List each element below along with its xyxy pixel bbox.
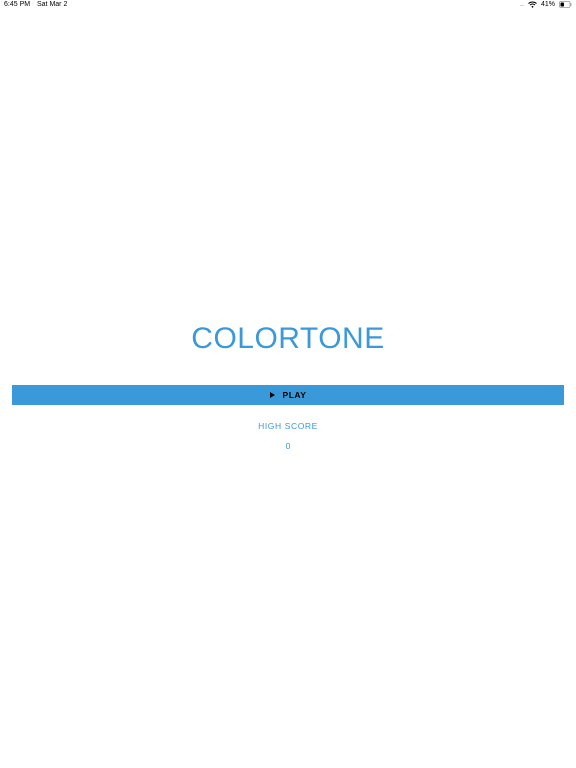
play-icon bbox=[269, 392, 275, 398]
status-date: Sat Mar 2 bbox=[37, 1, 68, 8]
game-title: COLORTONE bbox=[191, 322, 385, 355]
signal-indicator: .... bbox=[519, 1, 524, 8]
battery-icon bbox=[559, 1, 572, 8]
game-screen: 6:45 PM Sat Mar 2 .... 41% COLORTONE PLA… bbox=[0, 0, 576, 768]
battery-percent: 41% bbox=[540, 1, 555, 8]
wifi-icon bbox=[528, 1, 537, 8]
play-button[interactable]: PLAY bbox=[12, 385, 564, 405]
high-score-value: 0 bbox=[285, 441, 291, 451]
play-label: PLAY bbox=[282, 390, 307, 400]
status-indicators: .... 41% bbox=[519, 1, 572, 8]
high-score-label: HIGH SCORE bbox=[258, 421, 318, 431]
status-bar: 6:45 PM Sat Mar 2 .... 41% bbox=[0, 0, 576, 12]
status-time: 6:45 PM bbox=[4, 1, 31, 8]
